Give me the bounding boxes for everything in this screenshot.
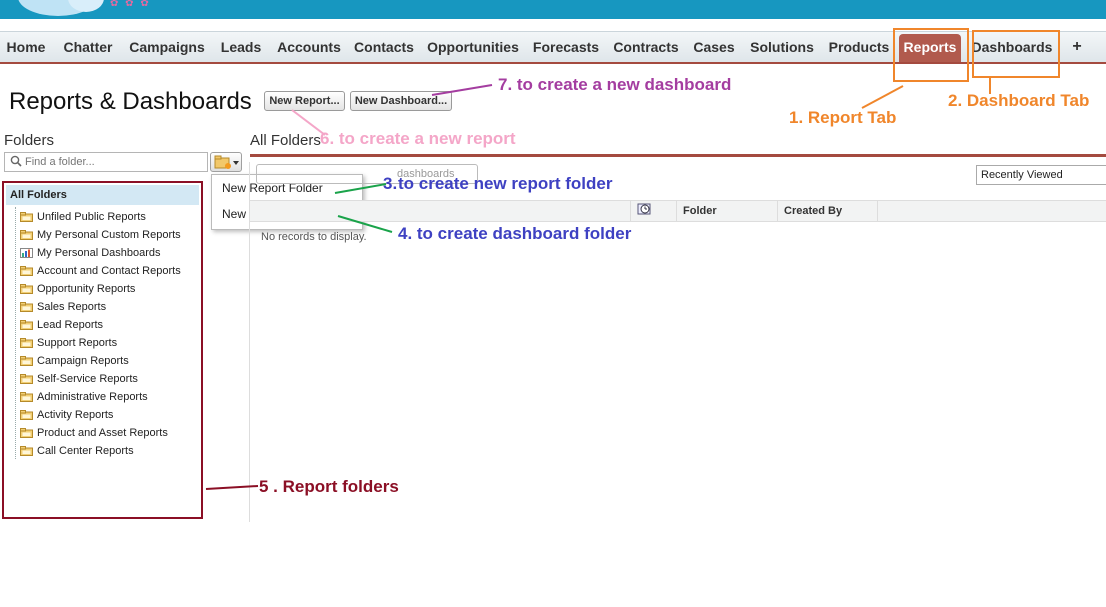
annotation-report-tab: 1. Report Tab <box>789 108 897 127</box>
annotation-new-dashboard: 7. to create a new dashboard <box>498 75 732 94</box>
arrow-report-folder <box>334 183 387 194</box>
arrow-report-tab <box>861 85 904 109</box>
arrow-dashboard-folder <box>337 215 393 233</box>
annotation-report-folder-number: 3. <box>383 174 398 193</box>
arrow-report-folders <box>205 485 259 490</box>
annotation-report-folders: 5 . Report folders <box>259 477 399 496</box>
annotation-dashboard-tab: 2. Dashboard Tab <box>948 91 1090 110</box>
arrow-new-dashboard <box>431 84 493 96</box>
annotation-new-report: 6. to create a new report <box>320 129 516 148</box>
annotation-report-folder: to create new report folder <box>398 174 613 193</box>
annotation-dashboard-folder: 4. to create dashboard folder <box>398 224 632 243</box>
